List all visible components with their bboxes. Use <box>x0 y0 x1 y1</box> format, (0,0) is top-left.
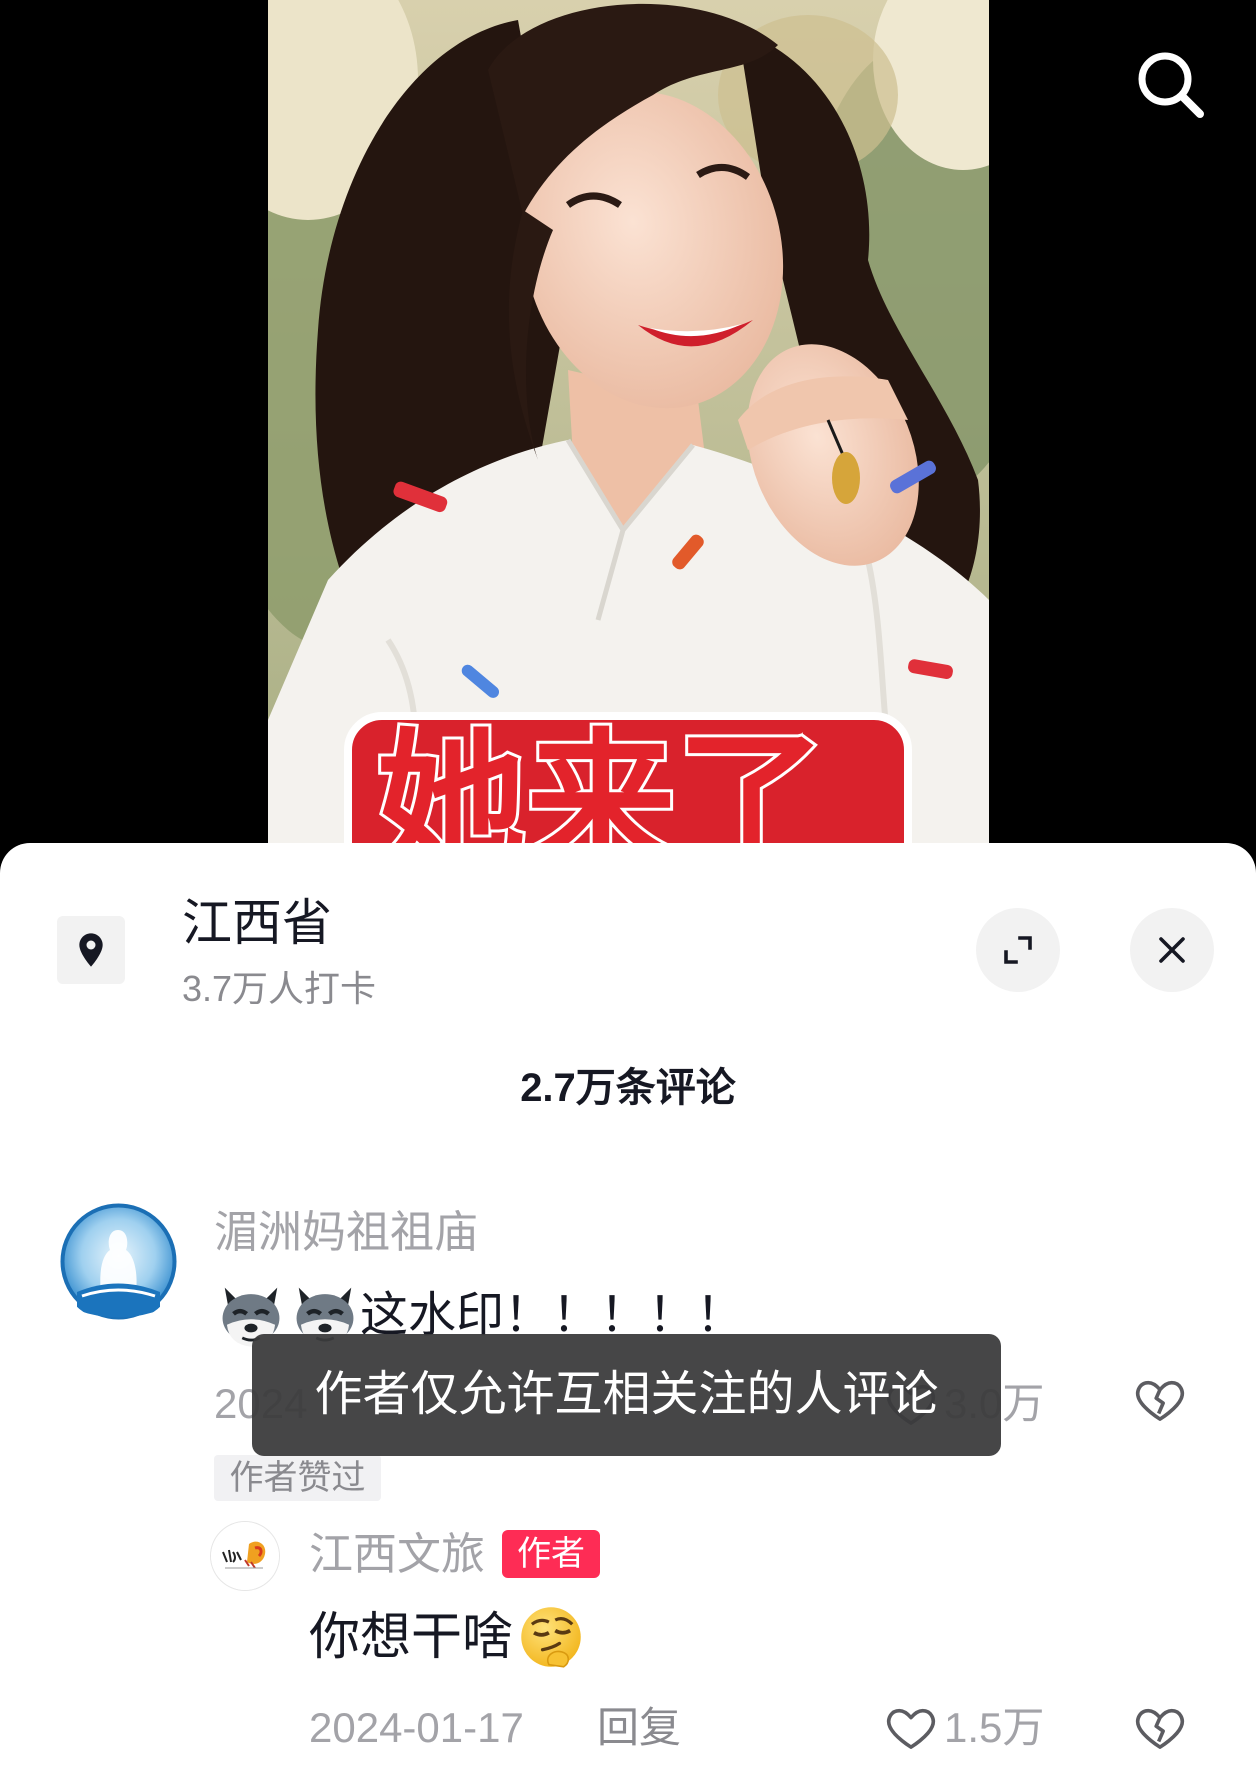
video-overlay-title: 她来了 <box>373 716 829 860</box>
broken-heart-icon <box>1135 1708 1185 1749</box>
reply-button[interactable]: 回复 <box>597 1703 681 1753</box>
reply-username[interactable]: 江西文旅 <box>309 1530 485 1580</box>
close-button[interactable] <box>1130 908 1214 992</box>
heart-outline-icon <box>886 1708 936 1749</box>
search-icon <box>1138 52 1204 118</box>
video-player[interactable]: 她来了 <box>268 0 989 860</box>
search-button[interactable] <box>1134 48 1208 122</box>
expand-icon <box>1004 936 1032 964</box>
avatar[interactable] <box>57 1200 180 1323</box>
location-icon-box[interactable] <box>57 916 125 984</box>
author-liked-tag: 作者赞过 <box>214 1455 381 1501</box>
expand-button[interactable] <box>976 908 1060 992</box>
location-name[interactable]: 江西省 <box>182 893 332 953</box>
comments-count-title: 2.7万条评论 <box>520 1066 736 1110</box>
location-checkins: 3.7万人打卡 <box>182 968 377 1009</box>
reply-dislike-button[interactable] <box>1133 1701 1187 1755</box>
location-pin-icon <box>79 933 103 967</box>
reply-avatar-logo-image <box>211 1522 279 1590</box>
author-badge: 作者 <box>502 1530 600 1578</box>
reply-date: 2024-01-17 <box>309 1704 524 1751</box>
avatar-logo-image <box>57 1200 180 1323</box>
broken-heart-icon <box>1135 1380 1185 1421</box>
reply-like-button[interactable] <box>884 1701 938 1755</box>
reply-like-count: 1.5万 <box>944 1704 1045 1751</box>
toast-message: 作者仅允许互相关注的人评论 <box>252 1334 1001 1456</box>
reply-avatar[interactable] <box>211 1522 279 1590</box>
reply-text: 你想干啥 <box>309 1608 514 1665</box>
dislike-button[interactable] <box>1133 1373 1187 1427</box>
reply-content: 你想干啥 <box>309 1603 585 1671</box>
close-icon <box>1159 937 1185 963</box>
comment-username[interactable]: 湄洲妈祖祖庙 <box>214 1208 478 1258</box>
smirk-face-emoji <box>521 1607 581 1668</box>
